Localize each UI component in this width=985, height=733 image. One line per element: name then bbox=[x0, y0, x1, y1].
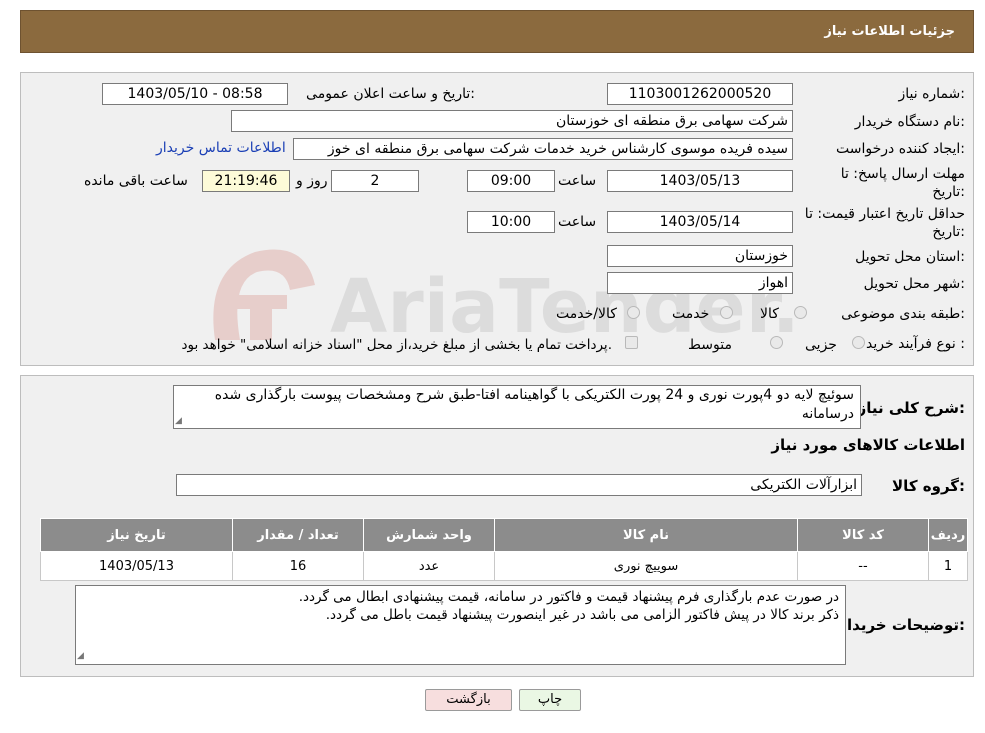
col-header-code: کد کالا bbox=[797, 518, 929, 552]
summary-textarea[interactable]: سوئیچ لایه دو 4پورت نوری و 24 پورت الکتر… bbox=[173, 385, 861, 429]
goods-group-label: گروه کالا: bbox=[892, 477, 965, 495]
price-validity-label-line1: حداقل تاریخ اعتبار قیمت: تا bbox=[804, 206, 965, 222]
announce-label: تاریخ و ساعت اعلان عمومی: bbox=[306, 86, 475, 102]
cell-need-date: 1403/05/13 bbox=[40, 551, 233, 581]
process-radio-minor[interactable] bbox=[852, 336, 865, 349]
summary-text: سوئیچ لایه دو 4پورت نوری و 24 پورت الکتر… bbox=[214, 387, 854, 422]
price-validity-date-field: 1403/05/14 bbox=[607, 211, 793, 233]
price-validity-time-field: 10:00 bbox=[467, 211, 555, 233]
buyer-org-label: نام دستگاه خریدار: bbox=[854, 114, 965, 130]
need-number-field: 1103001262000520 bbox=[607, 83, 793, 105]
process-radio-medium[interactable] bbox=[770, 336, 783, 349]
print-button[interactable]: چاپ bbox=[519, 689, 581, 711]
cell-row-number: 1 bbox=[928, 551, 968, 581]
price-validity-label-line2: تاریخ: bbox=[932, 224, 965, 240]
price-validity-time-label: ساعت bbox=[558, 214, 597, 230]
category-radio-goods[interactable] bbox=[794, 306, 807, 319]
process-label: نوع فرآیند خرید : bbox=[866, 336, 965, 352]
category-radio-service[interactable] bbox=[720, 306, 733, 319]
page-header: جزئیات اطلاعات نیاز bbox=[20, 10, 974, 53]
goods-table: ردیف کد کالا نام کالا واحد شمارش تعداد /… bbox=[40, 518, 968, 581]
remaining-time-label: ساعت باقی مانده bbox=[84, 173, 188, 189]
city-field: اهواز bbox=[607, 272, 793, 294]
buyer-notes-label: توضیحات خریدار: bbox=[838, 616, 965, 634]
summary-label: شرح کلی نیاز: bbox=[857, 399, 965, 417]
deadline-days-field: 2 bbox=[331, 170, 419, 192]
col-header-row-number: ردیف bbox=[928, 518, 968, 552]
category-radio-goods-service[interactable] bbox=[627, 306, 640, 319]
col-header-quantity: تعداد / مقدار bbox=[232, 518, 364, 552]
requester-field: سیده فریده موسوی کارشناس خرید خدمات شرکت… bbox=[293, 138, 793, 160]
table-row: 1 -- سوییچ نوری عدد 16 1403/05/13 bbox=[40, 551, 968, 581]
buyer-notes-line-1: در صورت عدم بارگذاری فرم پیشنهاد قیمت و … bbox=[298, 589, 839, 605]
province-label: استان محل تحویل: bbox=[855, 249, 965, 265]
col-header-name: نام کالا bbox=[494, 518, 798, 552]
need-number-label: شماره نیاز: bbox=[898, 86, 965, 102]
process-option-medium: متوسط bbox=[688, 337, 732, 353]
remaining-time-field: 21:19:46 bbox=[202, 170, 290, 192]
deadline-label-line1: مهلت ارسال پاسخ: تا bbox=[840, 166, 965, 182]
process-option-minor: جزیی bbox=[805, 337, 837, 353]
category-option-goods-service: کالا/خدمت bbox=[556, 306, 617, 322]
summary-resize-grip-icon[interactable]: ◢ bbox=[175, 416, 182, 426]
buyer-notes-textarea[interactable]: در صورت عدم بارگذاری فرم پیشنهاد قیمت و … bbox=[75, 585, 846, 665]
notes-resize-grip-icon[interactable]: ◢ bbox=[77, 651, 84, 661]
goods-info-title: اطلاعات کالاهای مورد نیاز bbox=[771, 436, 965, 454]
category-label: طبقه بندی موضوعی: bbox=[841, 306, 965, 322]
deadline-time-field: 09:00 bbox=[467, 170, 555, 192]
treasury-note: پرداخت تمام یا بخشی از مبلغ خرید،از محل … bbox=[181, 337, 612, 353]
province-field: خوزستان bbox=[607, 245, 793, 267]
col-header-need-date: تاریخ نیاز bbox=[40, 518, 233, 552]
treasury-checkbox[interactable] bbox=[625, 336, 638, 349]
goods-group-field: ابزارآلات الکتریکی bbox=[176, 474, 862, 496]
deadline-days-label: روز و bbox=[296, 173, 328, 189]
deadline-label-line2: تاریخ: bbox=[932, 184, 965, 200]
page-title: جزئیات اطلاعات نیاز bbox=[824, 24, 955, 39]
buyer-contact-link[interactable]: اطلاعات تماس خریدار bbox=[156, 140, 286, 156]
goods-table-header-row: ردیف کد کالا نام کالا واحد شمارش تعداد /… bbox=[40, 518, 968, 552]
col-header-unit: واحد شمارش bbox=[363, 518, 495, 552]
cell-quantity: 16 bbox=[232, 551, 364, 581]
city-label: شهر محل تحویل: bbox=[863, 276, 965, 292]
requester-label: ایجاد کننده درخواست: bbox=[836, 141, 965, 157]
buyer-notes-line-2: ذکر برند کالا در پیش فاکتور الزامی می با… bbox=[325, 607, 839, 623]
back-button[interactable]: بازگشت bbox=[425, 689, 512, 711]
announce-field: 1403/05/10 - 08:58 bbox=[102, 83, 288, 105]
category-option-goods: کالا bbox=[760, 306, 779, 322]
category-option-service: خدمت bbox=[672, 306, 710, 322]
deadline-date-field: 1403/05/13 bbox=[607, 170, 793, 192]
cell-code: -- bbox=[797, 551, 929, 581]
deadline-time-label: ساعت bbox=[558, 173, 597, 189]
buyer-org-field: شرکت سهامی برق منطقه ای خوزستان bbox=[231, 110, 793, 132]
cell-name: سوییچ نوری bbox=[494, 551, 798, 581]
cell-unit: عدد bbox=[363, 551, 495, 581]
